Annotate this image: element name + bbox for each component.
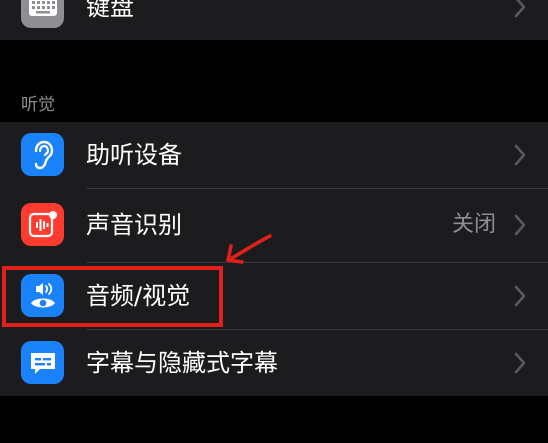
chevron-right-icon (514, 352, 526, 374)
keyboard-icon (21, 0, 64, 28)
sound-recognition-row[interactable]: 声音识别 关闭 (0, 192, 548, 258)
subtitles-captions-label: 字幕与隐藏式字幕 (86, 349, 278, 377)
subtitles-captions-row[interactable]: 字幕与隐藏式字幕 (0, 330, 548, 396)
hearing-devices-label: 助听设备 (86, 141, 182, 169)
chevron-right-icon (514, 285, 526, 307)
annotation-highlight-box (2, 266, 223, 327)
ear-icon (21, 133, 64, 176)
sound-recognition-label: 声音识别 (86, 211, 182, 239)
hearing-section-header: 听觉 (21, 95, 55, 115)
hearing-devices-row[interactable]: 助听设备 (0, 122, 548, 188)
row-separator (86, 188, 548, 189)
keyboard-label: 键盘 (86, 0, 134, 21)
chevron-right-icon (514, 144, 526, 166)
annotation-arrow-icon (226, 234, 272, 264)
keyboard-row[interactable]: 键盘 (0, 0, 548, 40)
sound-recognition-icon (21, 203, 64, 246)
hearing-group: 助听设备 声音识别 关闭 音频/视觉 字幕与隐藏式字幕 (0, 122, 548, 396)
keyboard-group: 键盘 (0, 0, 548, 40)
sound-recognition-status: 关闭 (451, 212, 496, 237)
chevron-right-icon (514, 0, 526, 18)
chevron-right-icon (514, 214, 526, 236)
subtitles-icon (21, 341, 64, 384)
